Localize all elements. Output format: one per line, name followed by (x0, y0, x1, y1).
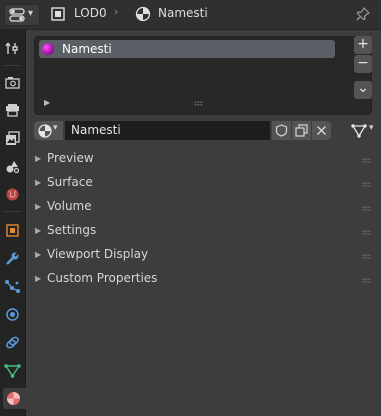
tab-object[interactable] (2, 220, 23, 241)
material-slot-label: Namesti (62, 42, 112, 56)
tab-modifiers[interactable] (2, 248, 23, 269)
list-item[interactable]: Namesti (39, 40, 335, 58)
panel-title: Viewport Display (47, 247, 149, 261)
material-icon (135, 6, 151, 25)
expand-arrow-icon: ▶ (35, 202, 42, 211)
tab-render[interactable] (2, 72, 23, 93)
tab-separator (4, 211, 21, 212)
object-data-icon (50, 6, 66, 25)
duplicate-material-button[interactable] (292, 121, 311, 140)
expand-arrow-icon: ▶ (35, 154, 42, 163)
list-filter-toggle-icon[interactable]: ▶ (44, 98, 50, 107)
panel-drag-grip[interactable] (362, 254, 371, 259)
panel-preview[interactable]: ▶ Preview (26, 148, 381, 172)
material-properties: Namesti ▶ + − ⌄ ▾ Namesti ▾ ▶ Preview ▶ … (26, 30, 381, 416)
chevron-down-icon: ▾ (369, 123, 374, 133)
tab-separator (4, 65, 21, 66)
expand-arrow-icon: ▶ (35, 250, 42, 259)
panel-title: Settings (47, 223, 97, 237)
panel-surface[interactable]: ▶ Surface (26, 172, 381, 196)
expand-arrow-icon: ▶ (35, 178, 42, 187)
tab-world[interactable] (2, 184, 23, 205)
breadcrumb-separator: › (114, 5, 119, 18)
properties-tab-bar (0, 30, 26, 416)
tab-scene[interactable] (2, 156, 23, 177)
expand-arrow-icon: ▶ (35, 226, 42, 235)
panel-drag-grip[interactable] (362, 182, 371, 187)
breadcrumb-material[interactable]: Namesti (158, 6, 208, 20)
chevron-down-icon: ▾ (53, 123, 58, 133)
pin-icon[interactable] (355, 6, 371, 25)
panel-drag-grip[interactable] (362, 278, 371, 283)
material-preview-icon (42, 43, 54, 55)
add-material-slot-button[interactable]: + (354, 36, 372, 54)
panel-title: Surface (47, 175, 93, 189)
tab-tool[interactable] (2, 38, 23, 59)
material-name-field[interactable]: Namesti (65, 121, 270, 140)
material-specials-menu-button[interactable]: ⌄ (354, 81, 372, 99)
list-resize-grip[interactable] (194, 101, 203, 106)
unlink-material-button[interactable] (312, 121, 331, 140)
remove-material-slot-button[interactable]: − (354, 55, 372, 73)
tab-constraints[interactable] (2, 332, 23, 353)
editor-type-dropdown[interactable]: ▾ (4, 4, 40, 26)
node-tree-dropdown[interactable]: ▾ (349, 121, 379, 140)
material-slot-list[interactable]: Namesti ▶ (34, 36, 372, 115)
panel-viewport-display[interactable]: ▶ Viewport Display (26, 244, 381, 268)
tab-output[interactable] (2, 100, 23, 121)
panel-drag-grip[interactable] (362, 230, 371, 235)
panel-title: Preview (47, 151, 94, 165)
tab-view-layer[interactable] (2, 128, 23, 149)
properties-editor-icon (9, 8, 25, 25)
tab-material[interactable] (3, 388, 26, 409)
fake-user-button[interactable] (272, 121, 291, 140)
breadcrumb-object[interactable]: LOD0 (74, 6, 107, 20)
panel-title: Custom Properties (47, 271, 158, 285)
tab-physics[interactable] (2, 304, 23, 325)
material-icon (38, 124, 52, 141)
browse-material-dropdown[interactable]: ▾ (34, 121, 63, 140)
panel-settings[interactable]: ▶ Settings (26, 220, 381, 244)
panel-title: Volume (47, 199, 92, 213)
properties-header: ▾ LOD0 › Namesti (0, 0, 381, 30)
material-selector-row: ▾ Namesti ▾ (34, 121, 374, 141)
expand-arrow-icon: ▶ (35, 274, 42, 283)
panel-drag-grip[interactable] (362, 158, 371, 163)
panel-custom-properties[interactable]: ▶ Custom Properties (26, 268, 381, 292)
tab-particles[interactable] (2, 276, 23, 297)
panel-volume[interactable]: ▶ Volume (26, 196, 381, 220)
tab-object-data[interactable] (2, 360, 23, 381)
chevron-down-icon: ▾ (28, 8, 34, 19)
panel-drag-grip[interactable] (362, 206, 371, 211)
